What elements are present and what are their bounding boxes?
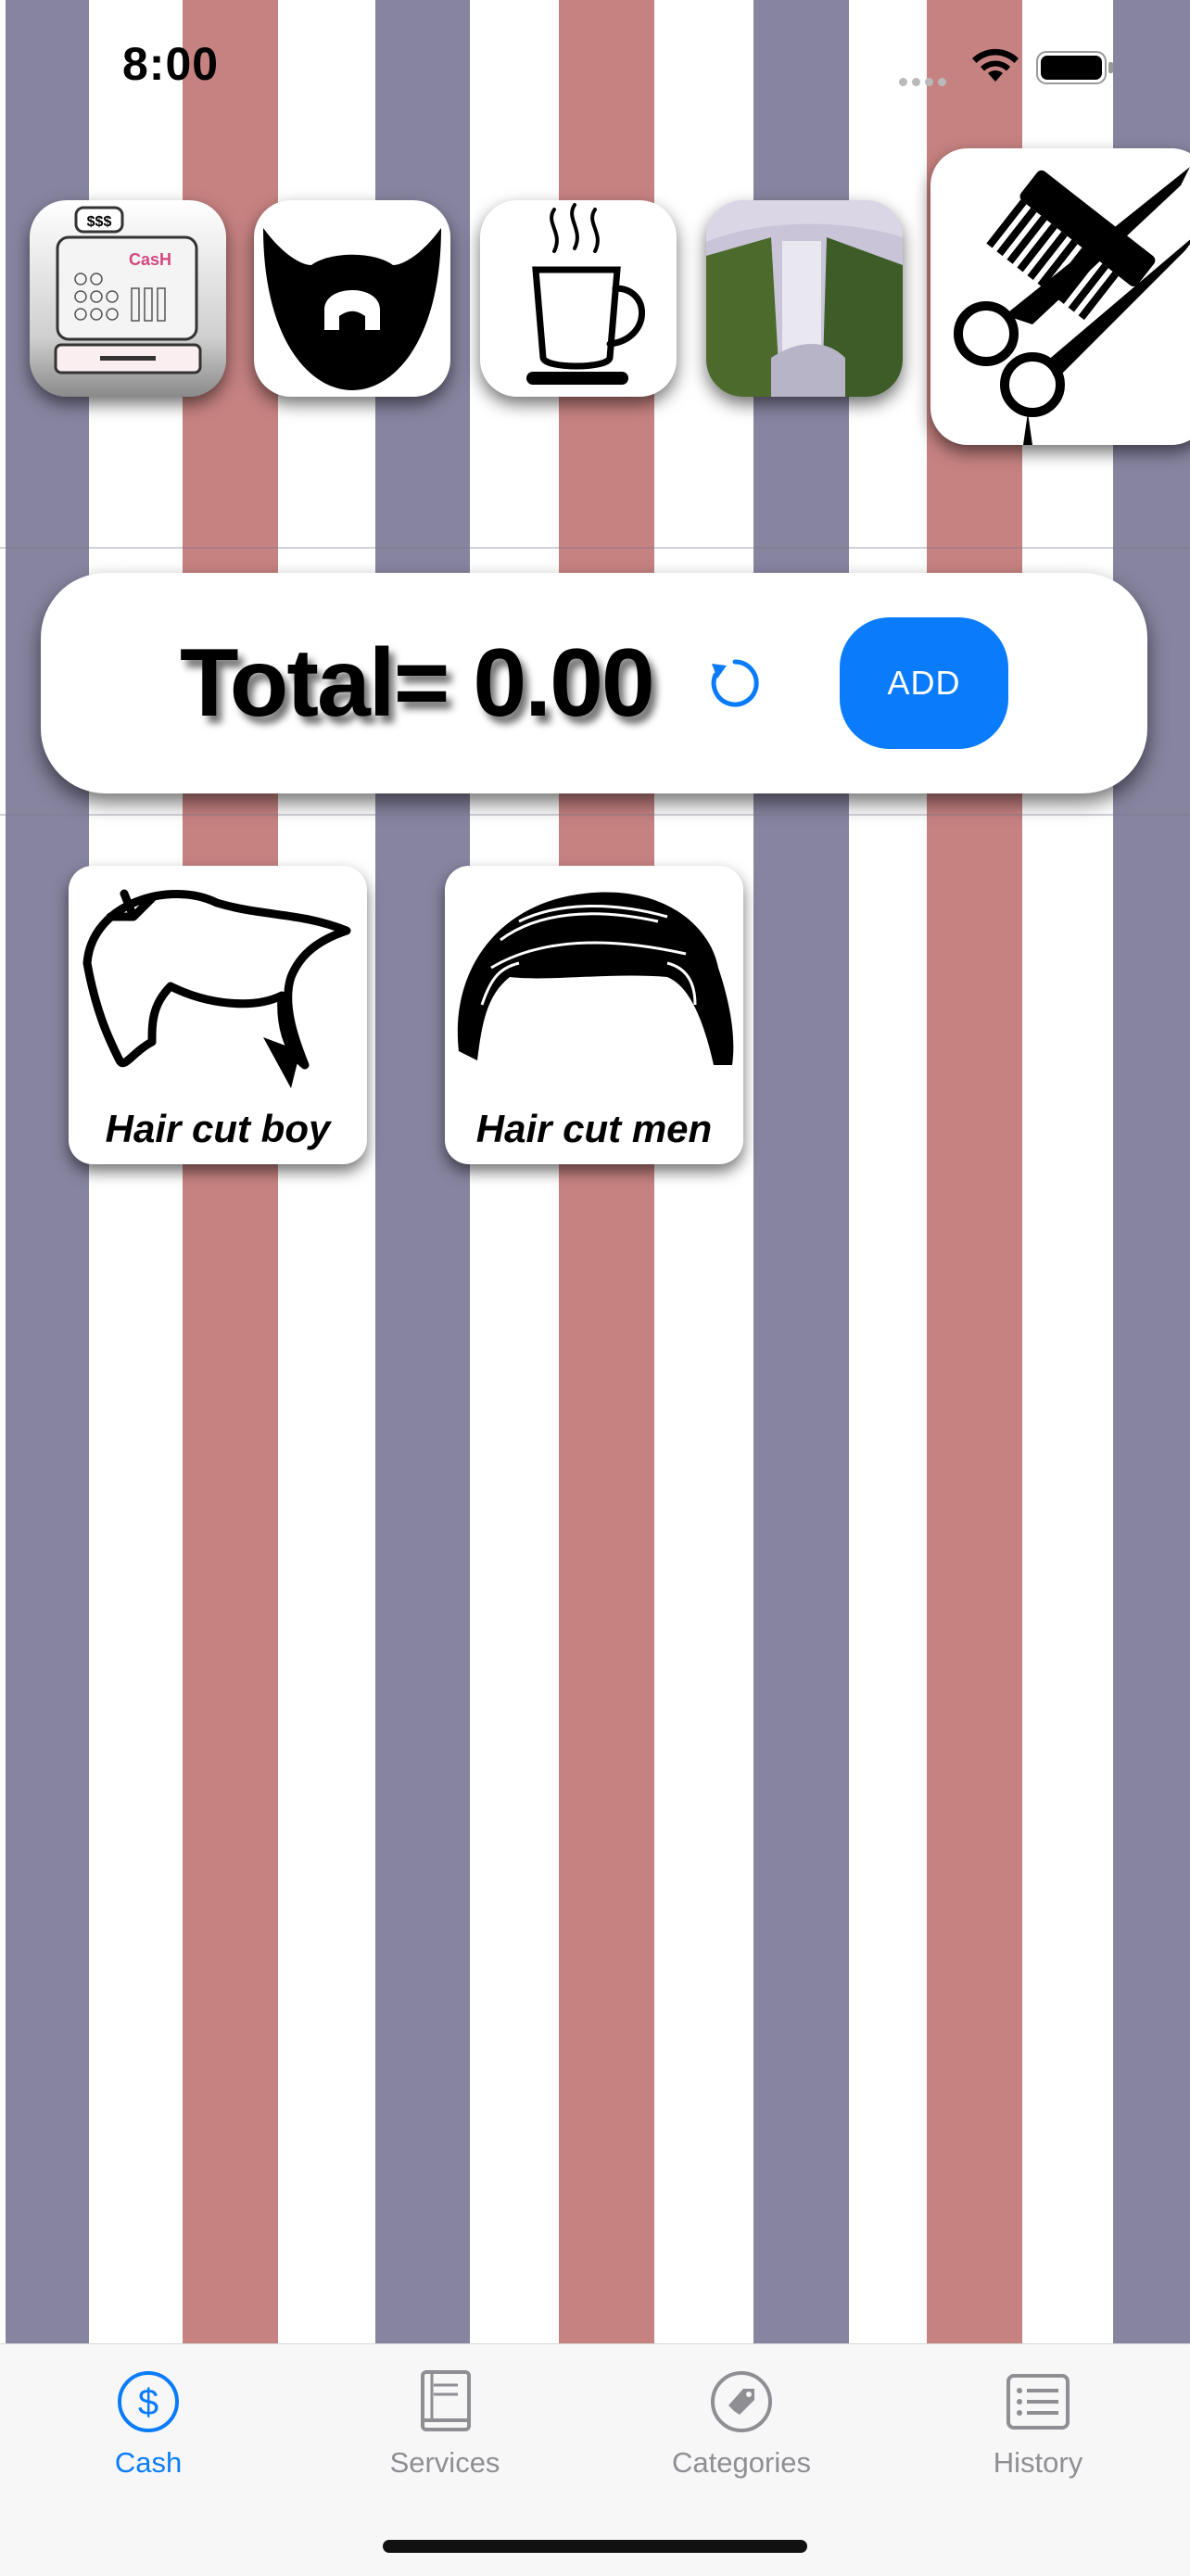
boy-hair-icon <box>82 889 351 1088</box>
divider-middle <box>0 814 1190 816</box>
waterfall-image <box>706 200 903 397</box>
svg-text:$: $ <box>138 2382 158 2423</box>
tab-label: Services <box>389 2446 500 2479</box>
category-waterfall[interactable] <box>706 200 903 397</box>
tag-icon <box>711 2371 772 2432</box>
svg-text:$$$: $$$ <box>87 214 112 230</box>
comb-scissors-icon <box>954 167 1190 445</box>
home-indicator <box>383 2540 807 2553</box>
tab-categories[interactable]: Categories <box>639 2367 843 2506</box>
category-coffee[interactable] <box>480 200 677 397</box>
service-hair-cut-boy[interactable]: Hair cut boy <box>69 866 367 1164</box>
service-label: Hair cut men <box>475 1107 713 1150</box>
category-haircut[interactable] <box>930 148 1190 445</box>
wifi-icon <box>972 48 1019 82</box>
tab-label: History <box>993 2446 1083 2479</box>
add-button[interactable]: ADD <box>840 617 1008 749</box>
service-label: Hair cut boy <box>105 1107 331 1150</box>
category-scroller[interactable]: $$$ CasH <box>0 148 1190 463</box>
men-hair-icon <box>457 892 734 1065</box>
beard-icon <box>263 228 441 390</box>
coffee-cup-icon <box>526 203 645 385</box>
category-cash-register[interactable]: $$$ CasH <box>30 200 226 397</box>
service-hair-cut-men[interactable]: Hair cut men <box>445 866 743 1164</box>
svg-text:CasH: CasH <box>129 250 171 269</box>
tab-label: Categories <box>672 2446 811 2479</box>
category-beard[interactable] <box>254 200 450 397</box>
list-icon <box>1006 2374 1070 2430</box>
battery-icon <box>1036 51 1113 84</box>
total-card: Total= 0.00 ADD <box>41 573 1147 793</box>
total-label: Total= 0.00 <box>180 629 655 737</box>
cash-register-icon: $$$ CasH <box>54 206 202 374</box>
status-bar: 8:00 <box>0 0 1190 130</box>
book-icon <box>421 2370 471 2431</box>
dollar-circle-icon: $ <box>118 2371 179 2432</box>
tab-cash[interactable]: $ Cash <box>46 2367 250 2506</box>
tab-history[interactable]: History <box>936 2367 1140 2506</box>
tab-label: Cash <box>114 2446 183 2479</box>
cellular-signal-icon <box>899 74 951 91</box>
divider-top <box>0 547 1190 549</box>
tab-services[interactable]: Services <box>343 2367 547 2506</box>
status-time: 8:00 <box>122 38 220 90</box>
refresh-icon[interactable] <box>706 654 764 712</box>
